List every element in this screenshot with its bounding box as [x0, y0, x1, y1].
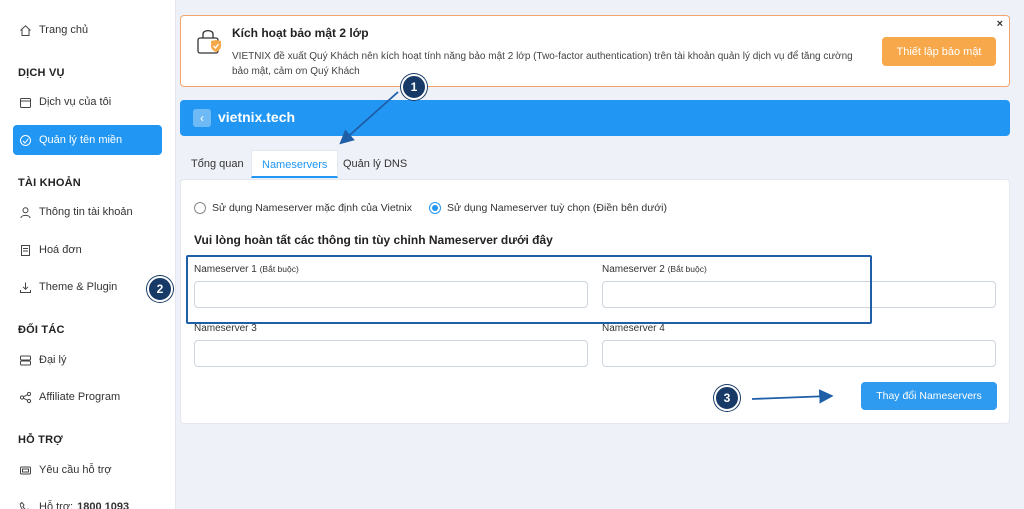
- setup-security-button[interactable]: Thiết lập bảo mật: [882, 37, 996, 66]
- section-support: HỖ TRỢ: [18, 434, 63, 446]
- sidebar-item-label: Hoá đơn: [39, 244, 82, 256]
- hotline-number: 1800 1093: [77, 501, 130, 509]
- invoice-icon: [19, 244, 32, 257]
- sidebar-item-home[interactable]: Trang chủ: [13, 15, 162, 45]
- annotation-badge-3: 3: [714, 385, 740, 411]
- sidebar-item-label: Đại lý: [39, 354, 67, 366]
- download-icon: [19, 281, 32, 294]
- sidebar-item-my-services[interactable]: Dịch vụ của tôi: [13, 87, 162, 117]
- user-icon: [19, 206, 32, 219]
- back-icon[interactable]: ‹: [193, 109, 211, 127]
- sidebar-item-domain-management[interactable]: Quản lý tên miền: [13, 125, 162, 155]
- nameserver-3-input[interactable]: [194, 340, 588, 367]
- domain-title: vietnix.tech: [218, 109, 296, 125]
- nameserver-4-label: Nameserver 4: [602, 323, 665, 334]
- hotline-label: Hỗ trợ:: [39, 501, 74, 509]
- highlight-box: [186, 255, 872, 324]
- radio-default-nameserver[interactable]: Sử dụng Nameserver mặc định của Vietnix: [194, 202, 412, 214]
- nameserver-3-label: Nameserver 3: [194, 323, 257, 334]
- sidebar-item-affiliate[interactable]: Affiliate Program: [13, 382, 162, 412]
- calendar-icon: [19, 96, 32, 109]
- sidebar-item-label: Affiliate Program: [39, 391, 121, 403]
- radio-button-selected[interactable]: [429, 202, 441, 214]
- sidebar-item-support-request[interactable]: Yêu cầu hỗ trợ: [13, 455, 162, 485]
- lock-shield-icon: [194, 26, 224, 61]
- sidebar-item-invoices[interactable]: Hoá đơn: [13, 235, 162, 265]
- form-title: Vui lòng hoàn tất các thông tin tùy chỉn…: [194, 233, 553, 247]
- alert-title: Kích hoạt bảo mật 2 lớp: [232, 26, 369, 40]
- alert-message: VIETNIX đề xuất Quý Khách nên kích hoạt …: [232, 51, 853, 77]
- ticket-icon: [19, 464, 32, 477]
- two-factor-alert: Kích hoạt bảo mật 2 lớp VIETNIX đề xuất …: [180, 15, 1010, 87]
- sidebar-item-label: Trang chủ: [39, 24, 89, 36]
- field-label: Nameserver 4: [602, 323, 665, 334]
- share-icon: [19, 391, 32, 404]
- sidebar-item-theme-plugin[interactable]: Theme & Plugin: [13, 272, 162, 302]
- database-icon: [19, 354, 32, 367]
- tab-dns-management[interactable]: Quản lý DNS: [333, 150, 417, 178]
- close-icon[interactable]: ×: [997, 18, 1003, 30]
- change-nameservers-button[interactable]: Thay đổi Nameservers: [861, 382, 997, 410]
- globe-icon: [19, 134, 32, 147]
- sidebar-item-hotline[interactable]: Hỗ trợ: 1800 1093: [13, 492, 162, 509]
- section-partners: ĐỐI TÁC: [18, 324, 65, 336]
- field-label: Nameserver 3: [194, 323, 257, 334]
- sidebar-item-label: Quản lý tên miền: [39, 134, 123, 146]
- annotation-badge-2: 2: [147, 276, 173, 302]
- radio-custom-nameserver[interactable]: Sử dụng Nameserver tuỳ chọn (Điền bên dư…: [429, 202, 667, 214]
- sidebar-item-agency[interactable]: Đại lý: [13, 345, 162, 375]
- tab-nameservers[interactable]: Nameservers: [251, 150, 339, 178]
- home-icon: [19, 24, 32, 37]
- sidebar-item-label: Yêu cầu hỗ trợ: [39, 464, 112, 476]
- nameserver-4-input[interactable]: [602, 340, 996, 367]
- radio-label: Sử dụng Nameserver mặc định của Vietnix: [212, 202, 413, 214]
- sidebar-item-label: Theme & Plugin: [39, 281, 118, 293]
- section-services: DỊCH VỤ: [18, 67, 65, 79]
- section-account: TÀI KHOẢN: [18, 177, 81, 189]
- sidebar-item-label: Dịch vụ của tôi: [39, 96, 112, 108]
- tab-overview[interactable]: Tổng quan: [181, 150, 254, 178]
- radio-button[interactable]: [194, 202, 206, 214]
- sidebar-item-account-info[interactable]: Thông tin tài khoản: [13, 197, 162, 227]
- annotation-badge-1: 1: [401, 74, 427, 100]
- domain-header: ‹ vietnix.tech: [180, 100, 1010, 136]
- sidebar-item-label: Thông tin tài khoản: [39, 206, 133, 218]
- sidebar: Trang chủ DỊCH VỤ Dịch vụ của tôi Quản l…: [0, 0, 176, 509]
- phone-icon: [19, 501, 32, 509]
- radio-label: Sử dụng Nameserver tuỳ chọn (Điền bên dư…: [447, 202, 667, 214]
